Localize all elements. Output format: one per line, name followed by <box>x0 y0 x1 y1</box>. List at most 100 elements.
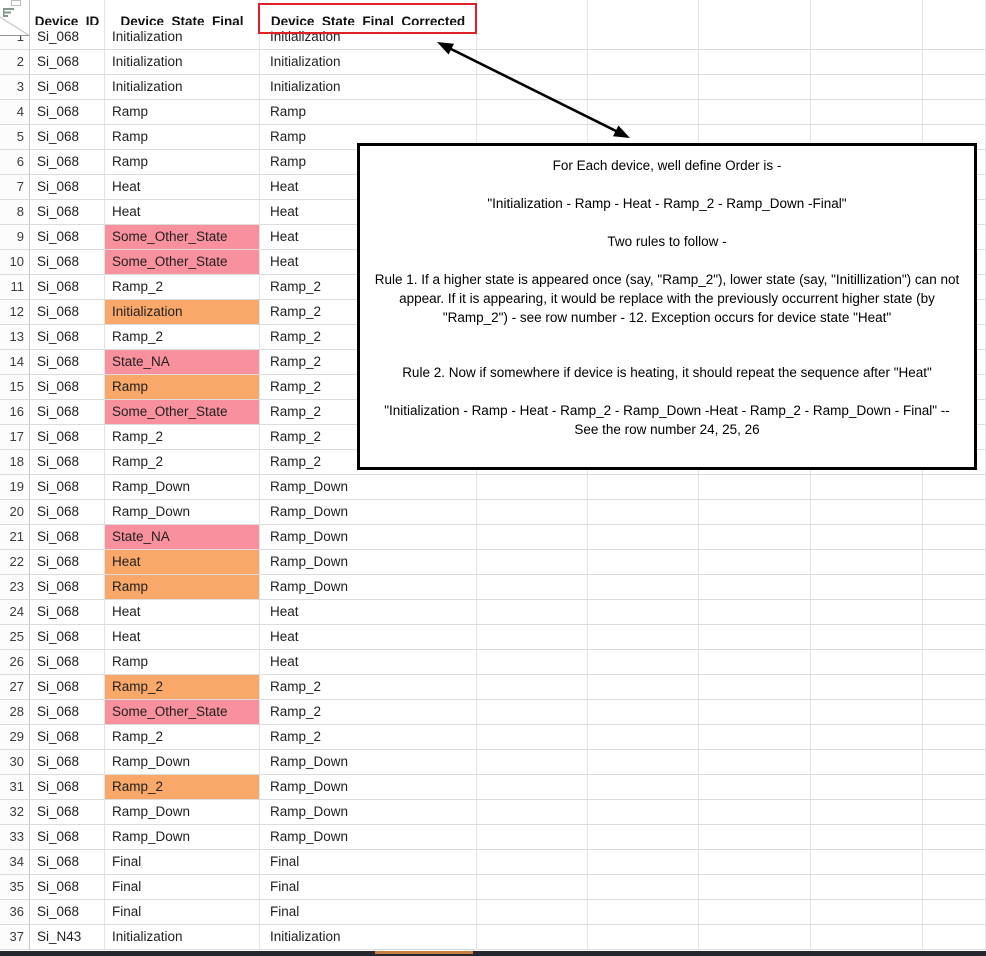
cell-empty[interactable] <box>477 750 588 775</box>
cell-empty[interactable] <box>477 725 588 750</box>
cell-empty[interactable] <box>477 825 588 850</box>
cell-empty[interactable] <box>811 50 923 75</box>
cell-device-state-final-corrected[interactable]: Ramp_Down <box>260 525 477 550</box>
cell-empty[interactable] <box>477 775 588 800</box>
cell-empty[interactable] <box>588 825 699 850</box>
cell-empty[interactable] <box>923 50 986 75</box>
row-number[interactable]: 10 <box>0 250 30 275</box>
cell-device-state-final[interactable]: Ramp <box>105 150 260 175</box>
cell-device-id[interactable]: Si_068 <box>30 750 105 775</box>
cell-device-state-final[interactable]: Heat <box>105 175 260 200</box>
cell-empty[interactable] <box>923 75 986 100</box>
cell-device-state-final[interactable]: Final <box>105 875 260 900</box>
cell-empty[interactable] <box>477 75 588 100</box>
cell-empty[interactable] <box>811 725 923 750</box>
cell-empty[interactable] <box>588 750 699 775</box>
cell-device-id[interactable]: Si_068 <box>30 175 105 200</box>
cell-device-state-final[interactable]: Ramp <box>105 650 260 675</box>
cell-device-state-final[interactable]: Ramp_Down <box>105 475 260 500</box>
cell-device-id[interactable]: Si_068 <box>30 825 105 850</box>
cell-empty[interactable] <box>477 925 588 950</box>
cell-device-state-final[interactable]: Final <box>105 850 260 875</box>
cell-empty[interactable] <box>588 100 699 125</box>
cell-device-state-final[interactable]: Ramp_Down <box>105 750 260 775</box>
cell-empty[interactable] <box>699 700 811 725</box>
cell-empty[interactable] <box>811 25 923 50</box>
cell-empty[interactable] <box>923 100 986 125</box>
row-number[interactable]: 26 <box>0 650 30 675</box>
cell-device-id[interactable]: Si_068 <box>30 875 105 900</box>
cell-empty[interactable] <box>477 50 588 75</box>
cell-empty[interactable] <box>811 100 923 125</box>
cell-device-id[interactable]: Si_068 <box>30 250 105 275</box>
cell-empty[interactable] <box>923 750 986 775</box>
cell-empty[interactable] <box>699 825 811 850</box>
cell-device-state-final-corrected[interactable]: Final <box>260 900 477 925</box>
cell-device-id[interactable]: Si_068 <box>30 500 105 525</box>
cell-empty[interactable] <box>811 500 923 525</box>
row-number[interactable]: 14 <box>0 350 30 375</box>
cell-device-id[interactable]: Si_068 <box>30 600 105 625</box>
cell-device-state-final-corrected[interactable]: Ramp_Down <box>260 825 477 850</box>
cell-empty[interactable] <box>923 550 986 575</box>
cell-device-state-final-corrected[interactable]: Heat <box>260 600 477 625</box>
cell-empty[interactable] <box>588 725 699 750</box>
cell-device-state-final[interactable]: Ramp <box>105 100 260 125</box>
cell-empty[interactable] <box>699 775 811 800</box>
row-number[interactable]: 37 <box>0 925 30 950</box>
cell-device-state-final[interactable]: Ramp_Down <box>105 500 260 525</box>
cell-device-state-final[interactable]: Ramp <box>105 375 260 400</box>
cell-empty[interactable] <box>699 925 811 950</box>
row-number[interactable]: 17 <box>0 425 30 450</box>
cell-device-state-final[interactable]: Heat <box>105 550 260 575</box>
cell-device-id[interactable]: Si_068 <box>30 75 105 100</box>
cell-empty[interactable] <box>477 100 588 125</box>
cell-empty[interactable] <box>477 550 588 575</box>
cell-empty[interactable] <box>811 525 923 550</box>
cell-device-state-final[interactable]: State_NA <box>105 525 260 550</box>
cell-empty[interactable] <box>923 600 986 625</box>
cell-empty[interactable] <box>588 925 699 950</box>
row-number[interactable]: 21 <box>0 525 30 550</box>
cell-device-id[interactable]: Si_068 <box>30 550 105 575</box>
cell-empty[interactable] <box>477 475 588 500</box>
cell-device-state-final[interactable]: Ramp_2 <box>105 275 260 300</box>
cell-empty[interactable] <box>477 675 588 700</box>
cell-empty[interactable] <box>699 475 811 500</box>
cell-empty[interactable] <box>923 875 986 900</box>
cell-device-state-final[interactable]: Some_Other_State <box>105 400 260 425</box>
cell-device-state-final[interactable]: Some_Other_State <box>105 225 260 250</box>
cell-empty[interactable] <box>477 700 588 725</box>
cell-device-state-final[interactable]: Initialization <box>105 300 260 325</box>
cell-empty[interactable] <box>923 900 986 925</box>
cell-device-state-final[interactable]: Ramp_Down <box>105 800 260 825</box>
cell-device-state-final-corrected[interactable]: Ramp_Down <box>260 475 477 500</box>
row-number[interactable]: 24 <box>0 600 30 625</box>
cell-empty[interactable] <box>699 575 811 600</box>
cell-device-state-final[interactable]: Ramp_2 <box>105 775 260 800</box>
cell-empty[interactable] <box>588 525 699 550</box>
cell-device-id[interactable]: Si_068 <box>30 300 105 325</box>
cell-device-state-final[interactable]: Ramp_Down <box>105 825 260 850</box>
row-number[interactable]: 28 <box>0 700 30 725</box>
cell-empty[interactable] <box>588 500 699 525</box>
cell-empty[interactable] <box>923 775 986 800</box>
cell-empty[interactable] <box>699 900 811 925</box>
row-number[interactable]: 23 <box>0 575 30 600</box>
cell-device-state-final[interactable]: Ramp_2 <box>105 450 260 475</box>
cell-device-id[interactable]: Si_068 <box>30 200 105 225</box>
cell-device-id[interactable]: Si_068 <box>30 425 105 450</box>
cell-device-id[interactable]: Si_068 <box>30 100 105 125</box>
cell-empty[interactable] <box>477 800 588 825</box>
cell-empty[interactable] <box>699 100 811 125</box>
cell-device-state-final-corrected[interactable]: Ramp_2 <box>260 725 477 750</box>
row-number[interactable]: 19 <box>0 475 30 500</box>
cell-empty[interactable] <box>923 825 986 850</box>
row-number[interactable]: 33 <box>0 825 30 850</box>
cell-device-state-final-corrected[interactable]: Heat <box>260 625 477 650</box>
cell-device-id[interactable]: Si_068 <box>30 625 105 650</box>
cell-empty[interactable] <box>477 625 588 650</box>
cell-empty[interactable] <box>811 700 923 725</box>
cell-empty[interactable] <box>588 650 699 675</box>
cell-empty[interactable] <box>923 650 986 675</box>
